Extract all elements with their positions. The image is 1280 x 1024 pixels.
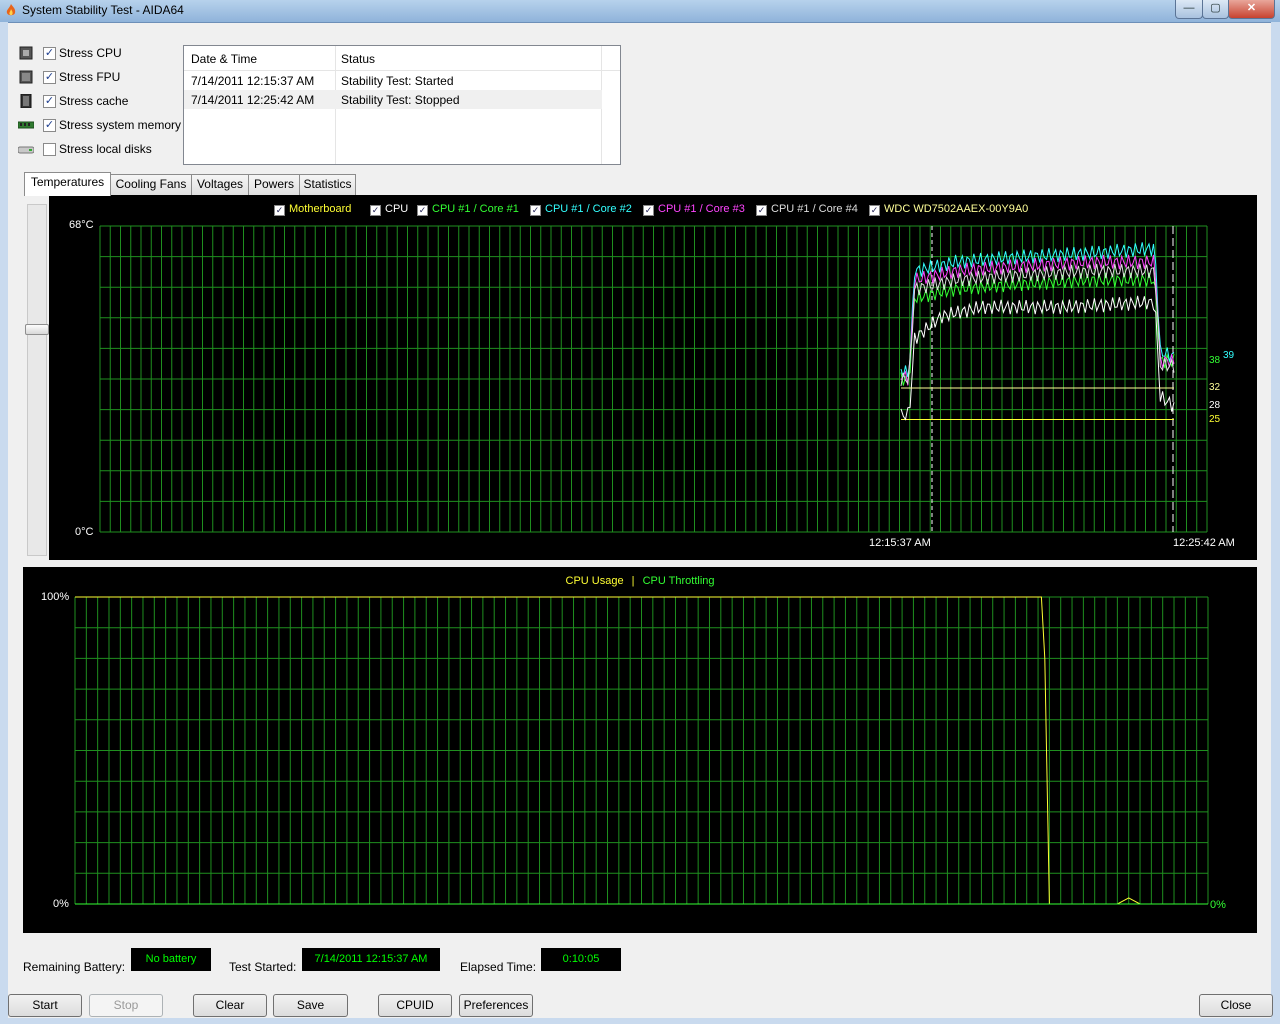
series-line-5 (900, 263, 1175, 386)
tab-temperatures[interactable]: Temperatures (24, 172, 111, 196)
tab-voltages[interactable]: Voltages (191, 174, 249, 195)
elapsed-time-label: Elapsed Time: (460, 960, 537, 974)
stress-cache-checkbox[interactable]: ✓ (43, 95, 56, 108)
window-title: System Stability Test - AIDA64 (22, 3, 184, 17)
cpu-usage-plot (74, 596, 1209, 905)
stress-fpu-label: Stress FPU (59, 70, 121, 84)
title-bar: System Stability Test - AIDA64 — ▢ ✕ (0, 0, 1280, 23)
stress-disks-label: Stress local disks (59, 142, 152, 156)
graph-scale-slider[interactable] (27, 204, 47, 556)
test-started-value: 7/14/2011 12:15:37 AM (302, 948, 440, 971)
temperature-plot (99, 225, 1208, 533)
start-button[interactable]: Start (8, 994, 82, 1017)
stress-cache-label: Stress cache (59, 94, 129, 108)
fpu-icon (19, 70, 33, 84)
cpu-icon (19, 46, 33, 60)
maximize-icon: ▢ (1210, 2, 1221, 14)
cpuid-button[interactable]: CPUID (378, 994, 452, 1017)
current-value-label: 32 (1209, 382, 1221, 393)
window-frame-right (1271, 22, 1280, 1024)
window-frame-bottom (0, 1018, 1280, 1024)
temperature-graph: ✓ Motherboard ✓ CPU ✓ CPU #1 / Core #1 ✓ CPU… (49, 195, 1257, 560)
log-header: Date & Time Status (184, 46, 620, 71)
stress-disks-checkbox[interactable] (43, 143, 56, 156)
save-button[interactable]: Save (273, 994, 348, 1017)
log-status: Stability Test: Stopped (341, 93, 460, 107)
stress-cpu-label: Stress CPU (59, 46, 122, 60)
elapsed-time-value: 0:10:05 (541, 948, 621, 971)
column-header-datetime[interactable]: Date & Time (191, 52, 257, 66)
column-header-status[interactable]: Status (341, 52, 375, 66)
current-value-label: 25 (1209, 414, 1221, 425)
stress-fpu-checkbox[interactable]: ✓ (43, 71, 56, 84)
preferences-button[interactable]: Preferences (459, 994, 533, 1017)
current-value-label: 38 (1209, 355, 1221, 366)
stop-button[interactable]: Stop (89, 994, 163, 1017)
current-value-label: 39 (1223, 350, 1235, 361)
log-row[interactable]: 7/14/2011 12:15:37 AM Stability Test: St… (184, 71, 602, 90)
cache-icon (20, 94, 32, 108)
graph-scale-slider-thumb[interactable] (25, 324, 49, 335)
series-line-4 (900, 254, 1175, 386)
battery-label: Remaining Battery: (23, 960, 126, 974)
series-line-2 (900, 272, 1175, 386)
stress-memory-label: Stress system memory (59, 118, 182, 132)
log-status: Stability Test: Started (341, 74, 454, 88)
cpu-usage-graph: CPU Usage | CPU Throttling 100% 0% 0% (23, 567, 1257, 933)
status-log-table[interactable]: Date & Time Status 7/14/2011 12:15:37 AM… (183, 45, 621, 165)
log-datetime: 7/14/2011 12:15:37 AM (191, 74, 315, 88)
battery-value: No battery (131, 948, 211, 971)
close-window-button[interactable]: ✕ (1228, 0, 1275, 19)
series-line-1 (900, 295, 1175, 421)
log-row[interactable]: 7/14/2011 12:25:42 AM Stability Test: St… (184, 90, 602, 109)
log-datetime: 7/14/2011 12:25:42 AM (191, 93, 315, 107)
maximize-button[interactable]: ▢ (1202, 0, 1229, 19)
test-started-label: Test Started: (229, 960, 297, 974)
memory-icon (18, 121, 34, 129)
current-value-label: 28 (1209, 400, 1221, 411)
tab-statistics[interactable]: Statistics (299, 174, 356, 195)
close-icon: ✕ (1246, 2, 1257, 14)
clear-button[interactable]: Clear (193, 994, 267, 1017)
minimize-icon: — (1183, 2, 1195, 14)
window-frame-left (0, 22, 8, 1024)
stress-cpu-checkbox[interactable]: ✓ (43, 47, 56, 60)
tab-cooling-fans[interactable]: Cooling Fans (110, 174, 192, 195)
stress-memory-checkbox[interactable]: ✓ (43, 119, 56, 132)
aida64-flame-icon (6, 4, 16, 16)
tab-powers[interactable]: Powers (248, 174, 300, 195)
disk-icon (18, 146, 34, 154)
close-button[interactable]: Close (1199, 994, 1273, 1017)
minimize-button[interactable]: — (1175, 0, 1203, 19)
